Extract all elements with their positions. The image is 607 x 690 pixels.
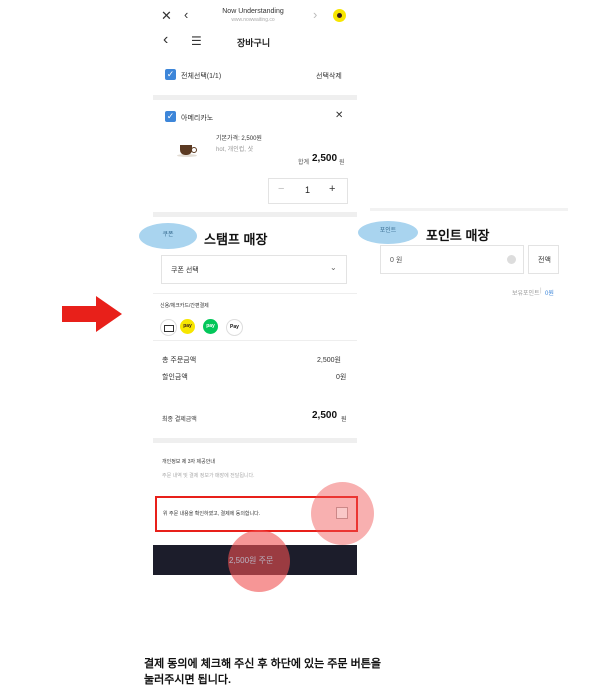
use-all-points-button[interactable]: 전액 bbox=[528, 245, 559, 274]
point-badge: 포인트 bbox=[358, 221, 418, 244]
product-total-unit: 원 bbox=[339, 160, 345, 166]
forward-arrow-icon[interactable]: › bbox=[313, 7, 317, 22]
product-total-label: 합계 bbox=[298, 160, 310, 166]
final-amount-value: 2,500 bbox=[312, 410, 338, 421]
divider bbox=[153, 212, 357, 217]
kakao-icon[interactable] bbox=[333, 9, 346, 22]
divider bbox=[153, 438, 357, 443]
select-all-checkbox[interactable]: ✓ bbox=[165, 69, 176, 80]
site-url: www.nowwaiting.co bbox=[231, 17, 275, 23]
agree-text: 위 주문 내용을 확인하였고, 결제에 동의합니다. bbox=[163, 511, 261, 517]
chevron-down-icon: ⌄ bbox=[330, 263, 337, 272]
owned-points-value: 0원 bbox=[545, 291, 554, 297]
select-all-label: 전체선택(1/1) bbox=[181, 73, 222, 80]
credit-card-icon[interactable] bbox=[160, 319, 177, 336]
caption-line-2: 눌러주시면 됩니다. bbox=[144, 674, 232, 686]
payment-method-label: 신용/체크카드/간편결제 bbox=[160, 303, 209, 309]
product-total-value: 2,500 bbox=[312, 153, 338, 164]
quantity-plus-button[interactable]: + bbox=[329, 183, 335, 195]
privacy-desc: 주문 내역 및 결제 정보가 매장에 전달됩니다. bbox=[162, 473, 255, 479]
coupon-badge-label: 쿠폰 bbox=[162, 232, 174, 238]
naver-pay-icon[interactable]: pay bbox=[203, 319, 218, 334]
delete-selected-button[interactable]: 선택삭제 bbox=[316, 71, 342, 81]
browser-bar: ✕ ‹ Now Understanding www.nowwaiting.co … bbox=[153, 4, 357, 26]
point-badge-label: 포인트 bbox=[379, 228, 397, 234]
point-input[interactable]: 0 원 bbox=[380, 245, 524, 274]
red-arrow-icon bbox=[62, 296, 122, 332]
point-input-value: 0 원 bbox=[390, 257, 403, 264]
product-checkbox[interactable]: ✓ bbox=[165, 111, 176, 122]
coupon-badge: 쿠폰 bbox=[139, 223, 197, 249]
total-order-value: 2,500원 bbox=[317, 357, 341, 364]
coupon-select[interactable]: 쿠폰 선택 ⌄ bbox=[161, 255, 347, 284]
quantity-stepper[interactable]: − 1 + bbox=[268, 178, 348, 204]
page-title: 장바구니 bbox=[237, 38, 271, 48]
final-amount-unit: 원 bbox=[341, 417, 347, 423]
base-price: 기본가격: 2,500원 bbox=[216, 136, 262, 142]
agree-checkbox[interactable] bbox=[336, 507, 348, 519]
point-heading: 포인트 매장 bbox=[426, 228, 490, 243]
quantity-value: 1 bbox=[305, 185, 311, 195]
product-name: 아메리카노 bbox=[181, 115, 214, 122]
product-options: hot, 개인컵, 샷 bbox=[216, 147, 254, 153]
back-icon[interactable]: ‹ bbox=[163, 31, 168, 49]
close-icon[interactable]: ✕ bbox=[161, 8, 172, 24]
site-title: Now Understanding bbox=[222, 8, 284, 15]
menu-icon[interactable]: ☰ bbox=[191, 34, 202, 48]
owned-points-label: 보유포인트 bbox=[512, 291, 540, 297]
remove-item-icon[interactable]: ✕ bbox=[335, 110, 343, 121]
divider bbox=[153, 95, 357, 100]
owned-points-separator: | bbox=[540, 288, 542, 294]
quantity-minus-button[interactable]: − bbox=[278, 183, 284, 195]
discount-label: 할인금액 bbox=[162, 374, 188, 381]
coupon-heading: 스탬프 매장 bbox=[204, 232, 268, 247]
final-amount-label: 최종 결제금액 bbox=[162, 417, 197, 423]
privacy-title: 개인정보 제 3자 제공안내 bbox=[162, 459, 215, 465]
use-all-points-label: 전액 bbox=[538, 257, 551, 264]
kakao-pay-icon[interactable]: pay bbox=[180, 319, 195, 334]
apple-pay-icon[interactable]: Pay bbox=[226, 319, 243, 336]
total-order-label: 총 주문금액 bbox=[162, 357, 197, 364]
clear-icon[interactable] bbox=[507, 255, 516, 264]
coupon-select-label: 쿠폰 선택 bbox=[171, 267, 199, 274]
caption-line-1: 결제 동의에 체크해 주신 후 하단에 있는 주문 버튼을 bbox=[144, 658, 381, 670]
payment-method-box bbox=[153, 293, 357, 341]
order-button-label: 2,500원 주문 bbox=[229, 556, 274, 565]
page-header: ‹ ☰ 장바구니 bbox=[153, 30, 357, 54]
coffee-image bbox=[174, 140, 200, 160]
discount-value: 0원 bbox=[336, 374, 347, 381]
back-arrow-icon[interactable]: ‹ bbox=[184, 7, 188, 22]
